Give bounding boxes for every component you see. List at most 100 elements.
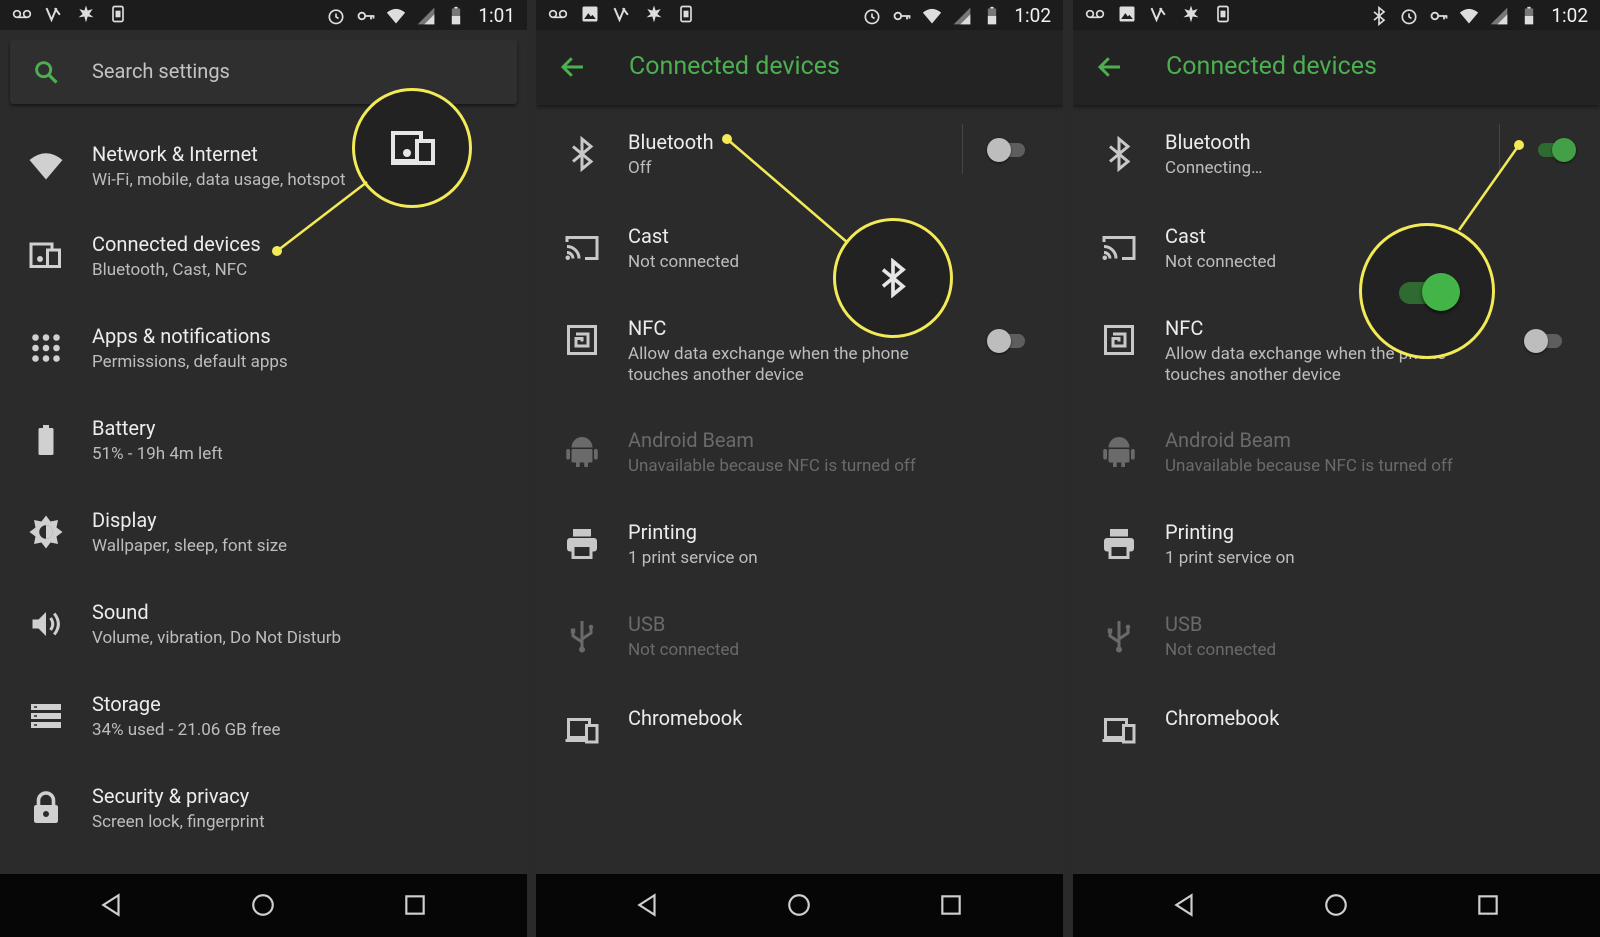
bluetooth-icon [1109,136,1131,172]
voicemail-icon [12,9,32,19]
back-arrow-icon[interactable] [1095,52,1125,82]
item-subtitle: 51% - 19h 4m left [92,444,223,464]
chromebook-row[interactable]: Chromebook [536,694,1063,784]
usb-icon [1107,621,1131,653]
chromebook-row[interactable]: Chromebook [1073,694,1600,784]
item-subtitle: Off [628,158,652,178]
cast-row[interactable]: Cast Not connected [536,212,1063,302]
search-settings-bar[interactable]: Search settings [10,40,517,104]
nfc-icon [567,325,597,355]
back-nav-icon[interactable] [99,892,125,918]
app-bar: Connected devices [1073,30,1600,105]
devices-icon [29,242,61,268]
bluetooth-row[interactable]: Bluetooth Connecting… [1073,118,1600,208]
item-title: Security & privacy [92,784,250,808]
item-subtitle: Unavailable because NFC is turned off [628,456,916,476]
vine-app-icon [1150,7,1166,23]
bluetooth-icon [1373,5,1386,26]
item-title: Bluetooth [628,130,714,154]
android-icon [566,437,598,467]
settings-item-security[interactable]: Security & privacy Screen lock, fingerpr… [0,772,527,862]
printer-icon [1104,529,1134,559]
settings-item-display[interactable]: Display Wallpaper, sleep, font size [0,496,527,586]
item-subtitle: Unavailable because NFC is turned off [1165,456,1453,476]
lock-icon [34,791,58,823]
apps-grid-icon [32,334,60,362]
item-subtitle: 1 print service on [628,548,758,568]
item-subtitle: 34% used - 21.06 GB free [92,720,281,740]
recents-nav-icon[interactable] [402,892,428,918]
item-title: Connected devices [92,232,261,256]
status-bar: 1:02 [536,0,1063,30]
nfc-toggle[interactable] [987,328,1029,353]
leaf-app-icon [78,5,94,23]
cell-signal-icon [954,7,971,24]
back-nav-icon[interactable] [1172,892,1198,918]
search-icon [35,61,58,84]
settings-screen: 1:01 Search settings Network & Internet … [0,0,527,937]
wifi-icon [923,8,942,23]
printing-row[interactable]: Printing 1 print service on [1073,508,1600,598]
voicemail-icon [548,9,568,19]
recents-nav-icon[interactable] [938,892,964,918]
settings-item-sound[interactable]: Sound Volume, vibration, Do Not Disturb [0,588,527,678]
navigation-bar [0,874,527,937]
storage-icon [31,704,61,728]
settings-item-storage[interactable]: Storage 34% used - 21.06 GB free [0,680,527,770]
divider [962,124,963,174]
vpn-key-icon [357,11,375,20]
image-icon [1119,6,1135,22]
brightness-icon [29,515,63,549]
vine-app-icon [613,7,629,23]
navigation-bar [1073,874,1600,937]
nfc-row[interactable]: NFC Allow data exchange when the phone t… [536,304,1063,404]
search-placeholder: Search settings [92,59,230,83]
leaf-app-icon [1183,5,1199,23]
alarm-icon [328,8,344,24]
item-subtitle: Wallpaper, sleep, font size [92,536,288,556]
item-title: Network & Internet [92,142,258,166]
navigation-bar [536,874,1063,937]
android-beam-row: Android Beam Unavailable because NFC is … [1073,416,1600,506]
printing-row[interactable]: Printing 1 print service on [536,508,1063,598]
item-subtitle: Not connected [1165,252,1277,272]
battery-icon [988,6,997,24]
home-nav-icon[interactable] [250,892,276,918]
status-bar: 1:01 [0,0,527,30]
back-arrow-icon[interactable] [558,52,588,82]
item-title: Printing [628,520,697,544]
alarm-icon [1401,8,1417,24]
nfc-toggle[interactable] [1524,328,1566,353]
wifi-icon [29,153,63,180]
devices-callout [352,88,472,208]
home-nav-icon[interactable] [786,892,812,918]
cell-signal-icon [418,7,435,24]
item-title: Android Beam [628,428,754,452]
item-title: NFC [1165,316,1204,340]
bluetooth-row[interactable]: Bluetooth Off [536,118,1063,208]
nfc-row[interactable]: NFC Allow data exchange when the phone t… [1073,304,1600,404]
voicemail-icon [1085,9,1105,19]
cast-icon [1102,236,1136,260]
settings-item-connected-devices[interactable]: Connected devices Bluetooth, Cast, NFC [0,220,527,310]
item-subtitle: Allow data exchange when the phone [628,344,909,364]
devices-icon [565,718,599,744]
item-title: Printing [1165,520,1234,544]
vpn-key-icon [1430,11,1448,20]
settings-item-battery[interactable]: Battery 51% - 19h 4m left [0,404,527,494]
bluetooth-toggle[interactable] [1534,137,1576,162]
item-subtitle: Connecting… [1165,158,1263,178]
battery-icon [452,6,461,24]
item-title: Cast [1165,224,1206,248]
settings-item-apps[interactable]: Apps & notifications Permissions, defaul… [0,312,527,402]
vpn-key-icon [893,11,911,20]
android-beam-row: Android Beam Unavailable because NFC is … [536,416,1063,506]
back-nav-icon[interactable] [635,892,661,918]
cast-row[interactable]: Cast Not connected [1073,212,1600,302]
home-nav-icon[interactable] [1323,892,1349,918]
nfc-icon [1104,325,1134,355]
bluetooth-toggle[interactable] [987,137,1029,162]
cast-icon [565,236,599,260]
recents-nav-icon[interactable] [1475,892,1501,918]
clock: 1:02 [1014,4,1051,27]
